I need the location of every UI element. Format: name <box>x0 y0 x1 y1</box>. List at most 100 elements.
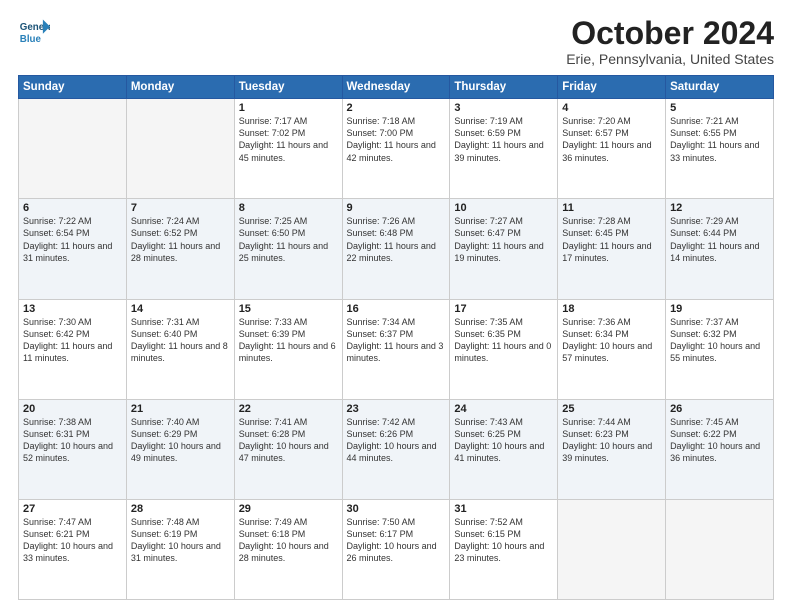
calendar-cell: 31Sunrise: 7:52 AM Sunset: 6:15 PM Dayli… <box>450 499 558 599</box>
day-number: 29 <box>239 503 338 515</box>
calendar-cell: 8Sunrise: 7:25 AM Sunset: 6:50 PM Daylig… <box>234 199 342 299</box>
day-number: 2 <box>347 102 446 114</box>
calendar-cell: 6Sunrise: 7:22 AM Sunset: 6:54 PM Daylig… <box>19 199 127 299</box>
day-number: 18 <box>562 303 661 315</box>
calendar-cell: 25Sunrise: 7:44 AM Sunset: 6:23 PM Dayli… <box>558 399 666 499</box>
day-number: 20 <box>23 403 122 415</box>
day-info: Sunrise: 7:21 AM Sunset: 6:55 PM Dayligh… <box>670 115 769 164</box>
svg-text:Blue: Blue <box>20 34 42 45</box>
day-info: Sunrise: 7:20 AM Sunset: 6:57 PM Dayligh… <box>562 115 661 164</box>
day-number: 10 <box>454 202 553 214</box>
day-info: Sunrise: 7:35 AM Sunset: 6:35 PM Dayligh… <box>454 316 553 365</box>
weekday-header-tuesday: Tuesday <box>234 76 342 99</box>
calendar-cell: 4Sunrise: 7:20 AM Sunset: 6:57 PM Daylig… <box>558 99 666 199</box>
calendar-cell: 22Sunrise: 7:41 AM Sunset: 6:28 PM Dayli… <box>234 399 342 499</box>
calendar-cell: 23Sunrise: 7:42 AM Sunset: 6:26 PM Dayli… <box>342 399 450 499</box>
day-number: 6 <box>23 202 122 214</box>
calendar-cell: 16Sunrise: 7:34 AM Sunset: 6:37 PM Dayli… <box>342 299 450 399</box>
day-info: Sunrise: 7:45 AM Sunset: 6:22 PM Dayligh… <box>670 416 769 465</box>
weekday-header-friday: Friday <box>558 76 666 99</box>
day-number: 22 <box>239 403 338 415</box>
day-number: 30 <box>347 503 446 515</box>
day-number: 21 <box>131 403 230 415</box>
day-number: 16 <box>347 303 446 315</box>
weekday-header-sunday: Sunday <box>19 76 127 99</box>
day-info: Sunrise: 7:34 AM Sunset: 6:37 PM Dayligh… <box>347 316 446 365</box>
calendar-week-row: 20Sunrise: 7:38 AM Sunset: 6:31 PM Dayli… <box>19 399 774 499</box>
day-number: 5 <box>670 102 769 114</box>
day-number: 3 <box>454 102 553 114</box>
day-info: Sunrise: 7:33 AM Sunset: 6:39 PM Dayligh… <box>239 316 338 365</box>
calendar-week-row: 27Sunrise: 7:47 AM Sunset: 6:21 PM Dayli… <box>19 499 774 599</box>
day-info: Sunrise: 7:22 AM Sunset: 6:54 PM Dayligh… <box>23 215 122 264</box>
calendar-cell: 18Sunrise: 7:36 AM Sunset: 6:34 PM Dayli… <box>558 299 666 399</box>
day-number: 26 <box>670 403 769 415</box>
day-info: Sunrise: 7:44 AM Sunset: 6:23 PM Dayligh… <box>562 416 661 465</box>
calendar-cell: 13Sunrise: 7:30 AM Sunset: 6:42 PM Dayli… <box>19 299 127 399</box>
calendar-cell: 19Sunrise: 7:37 AM Sunset: 6:32 PM Dayli… <box>666 299 774 399</box>
day-info: Sunrise: 7:42 AM Sunset: 6:26 PM Dayligh… <box>347 416 446 465</box>
weekday-header-monday: Monday <box>126 76 234 99</box>
day-number: 8 <box>239 202 338 214</box>
calendar-cell: 27Sunrise: 7:47 AM Sunset: 6:21 PM Dayli… <box>19 499 127 599</box>
day-number: 11 <box>562 202 661 214</box>
calendar-cell: 30Sunrise: 7:50 AM Sunset: 6:17 PM Dayli… <box>342 499 450 599</box>
calendar-table: SundayMondayTuesdayWednesdayThursdayFrid… <box>18 75 774 600</box>
day-info: Sunrise: 7:47 AM Sunset: 6:21 PM Dayligh… <box>23 516 122 565</box>
header: General Blue October 2024 Erie, Pennsylv… <box>18 16 774 67</box>
day-number: 14 <box>131 303 230 315</box>
day-number: 7 <box>131 202 230 214</box>
day-info: Sunrise: 7:26 AM Sunset: 6:48 PM Dayligh… <box>347 215 446 264</box>
calendar-cell: 21Sunrise: 7:40 AM Sunset: 6:29 PM Dayli… <box>126 399 234 499</box>
calendar-week-row: 13Sunrise: 7:30 AM Sunset: 6:42 PM Dayli… <box>19 299 774 399</box>
calendar-cell: 9Sunrise: 7:26 AM Sunset: 6:48 PM Daylig… <box>342 199 450 299</box>
day-info: Sunrise: 7:36 AM Sunset: 6:34 PM Dayligh… <box>562 316 661 365</box>
calendar-cell: 17Sunrise: 7:35 AM Sunset: 6:35 PM Dayli… <box>450 299 558 399</box>
day-info: Sunrise: 7:29 AM Sunset: 6:44 PM Dayligh… <box>670 215 769 264</box>
day-number: 19 <box>670 303 769 315</box>
day-info: Sunrise: 7:41 AM Sunset: 6:28 PM Dayligh… <box>239 416 338 465</box>
day-number: 25 <box>562 403 661 415</box>
calendar-cell: 28Sunrise: 7:48 AM Sunset: 6:19 PM Dayli… <box>126 499 234 599</box>
day-number: 4 <box>562 102 661 114</box>
calendar-cell: 2Sunrise: 7:18 AM Sunset: 7:00 PM Daylig… <box>342 99 450 199</box>
day-info: Sunrise: 7:28 AM Sunset: 6:45 PM Dayligh… <box>562 215 661 264</box>
calendar-week-row: 1Sunrise: 7:17 AM Sunset: 7:02 PM Daylig… <box>19 99 774 199</box>
day-number: 28 <box>131 503 230 515</box>
day-info: Sunrise: 7:52 AM Sunset: 6:15 PM Dayligh… <box>454 516 553 565</box>
weekday-header-row: SundayMondayTuesdayWednesdayThursdayFrid… <box>19 76 774 99</box>
weekday-header-saturday: Saturday <box>666 76 774 99</box>
day-info: Sunrise: 7:49 AM Sunset: 6:18 PM Dayligh… <box>239 516 338 565</box>
day-number: 31 <box>454 503 553 515</box>
day-info: Sunrise: 7:24 AM Sunset: 6:52 PM Dayligh… <box>131 215 230 264</box>
day-number: 12 <box>670 202 769 214</box>
day-info: Sunrise: 7:38 AM Sunset: 6:31 PM Dayligh… <box>23 416 122 465</box>
calendar-cell: 3Sunrise: 7:19 AM Sunset: 6:59 PM Daylig… <box>450 99 558 199</box>
location: Erie, Pennsylvania, United States <box>566 51 774 67</box>
calendar-cell: 20Sunrise: 7:38 AM Sunset: 6:31 PM Dayli… <box>19 399 127 499</box>
calendar-cell: 1Sunrise: 7:17 AM Sunset: 7:02 PM Daylig… <box>234 99 342 199</box>
day-number: 13 <box>23 303 122 315</box>
day-info: Sunrise: 7:17 AM Sunset: 7:02 PM Dayligh… <box>239 115 338 164</box>
day-info: Sunrise: 7:40 AM Sunset: 6:29 PM Dayligh… <box>131 416 230 465</box>
day-number: 23 <box>347 403 446 415</box>
calendar-cell: 26Sunrise: 7:45 AM Sunset: 6:22 PM Dayli… <box>666 399 774 499</box>
calendar-cell: 10Sunrise: 7:27 AM Sunset: 6:47 PM Dayli… <box>450 199 558 299</box>
day-info: Sunrise: 7:50 AM Sunset: 6:17 PM Dayligh… <box>347 516 446 565</box>
day-number: 17 <box>454 303 553 315</box>
logo-icon: General Blue <box>18 16 50 48</box>
day-info: Sunrise: 7:30 AM Sunset: 6:42 PM Dayligh… <box>23 316 122 365</box>
calendar-cell: 11Sunrise: 7:28 AM Sunset: 6:45 PM Dayli… <box>558 199 666 299</box>
day-info: Sunrise: 7:37 AM Sunset: 6:32 PM Dayligh… <box>670 316 769 365</box>
day-info: Sunrise: 7:18 AM Sunset: 7:00 PM Dayligh… <box>347 115 446 164</box>
calendar-cell: 14Sunrise: 7:31 AM Sunset: 6:40 PM Dayli… <box>126 299 234 399</box>
day-number: 1 <box>239 102 338 114</box>
calendar-cell <box>126 99 234 199</box>
day-info: Sunrise: 7:43 AM Sunset: 6:25 PM Dayligh… <box>454 416 553 465</box>
day-info: Sunrise: 7:19 AM Sunset: 6:59 PM Dayligh… <box>454 115 553 164</box>
month-title: October 2024 <box>566 16 774 51</box>
calendar-cell <box>558 499 666 599</box>
day-info: Sunrise: 7:27 AM Sunset: 6:47 PM Dayligh… <box>454 215 553 264</box>
calendar-cell <box>19 99 127 199</box>
weekday-header-thursday: Thursday <box>450 76 558 99</box>
